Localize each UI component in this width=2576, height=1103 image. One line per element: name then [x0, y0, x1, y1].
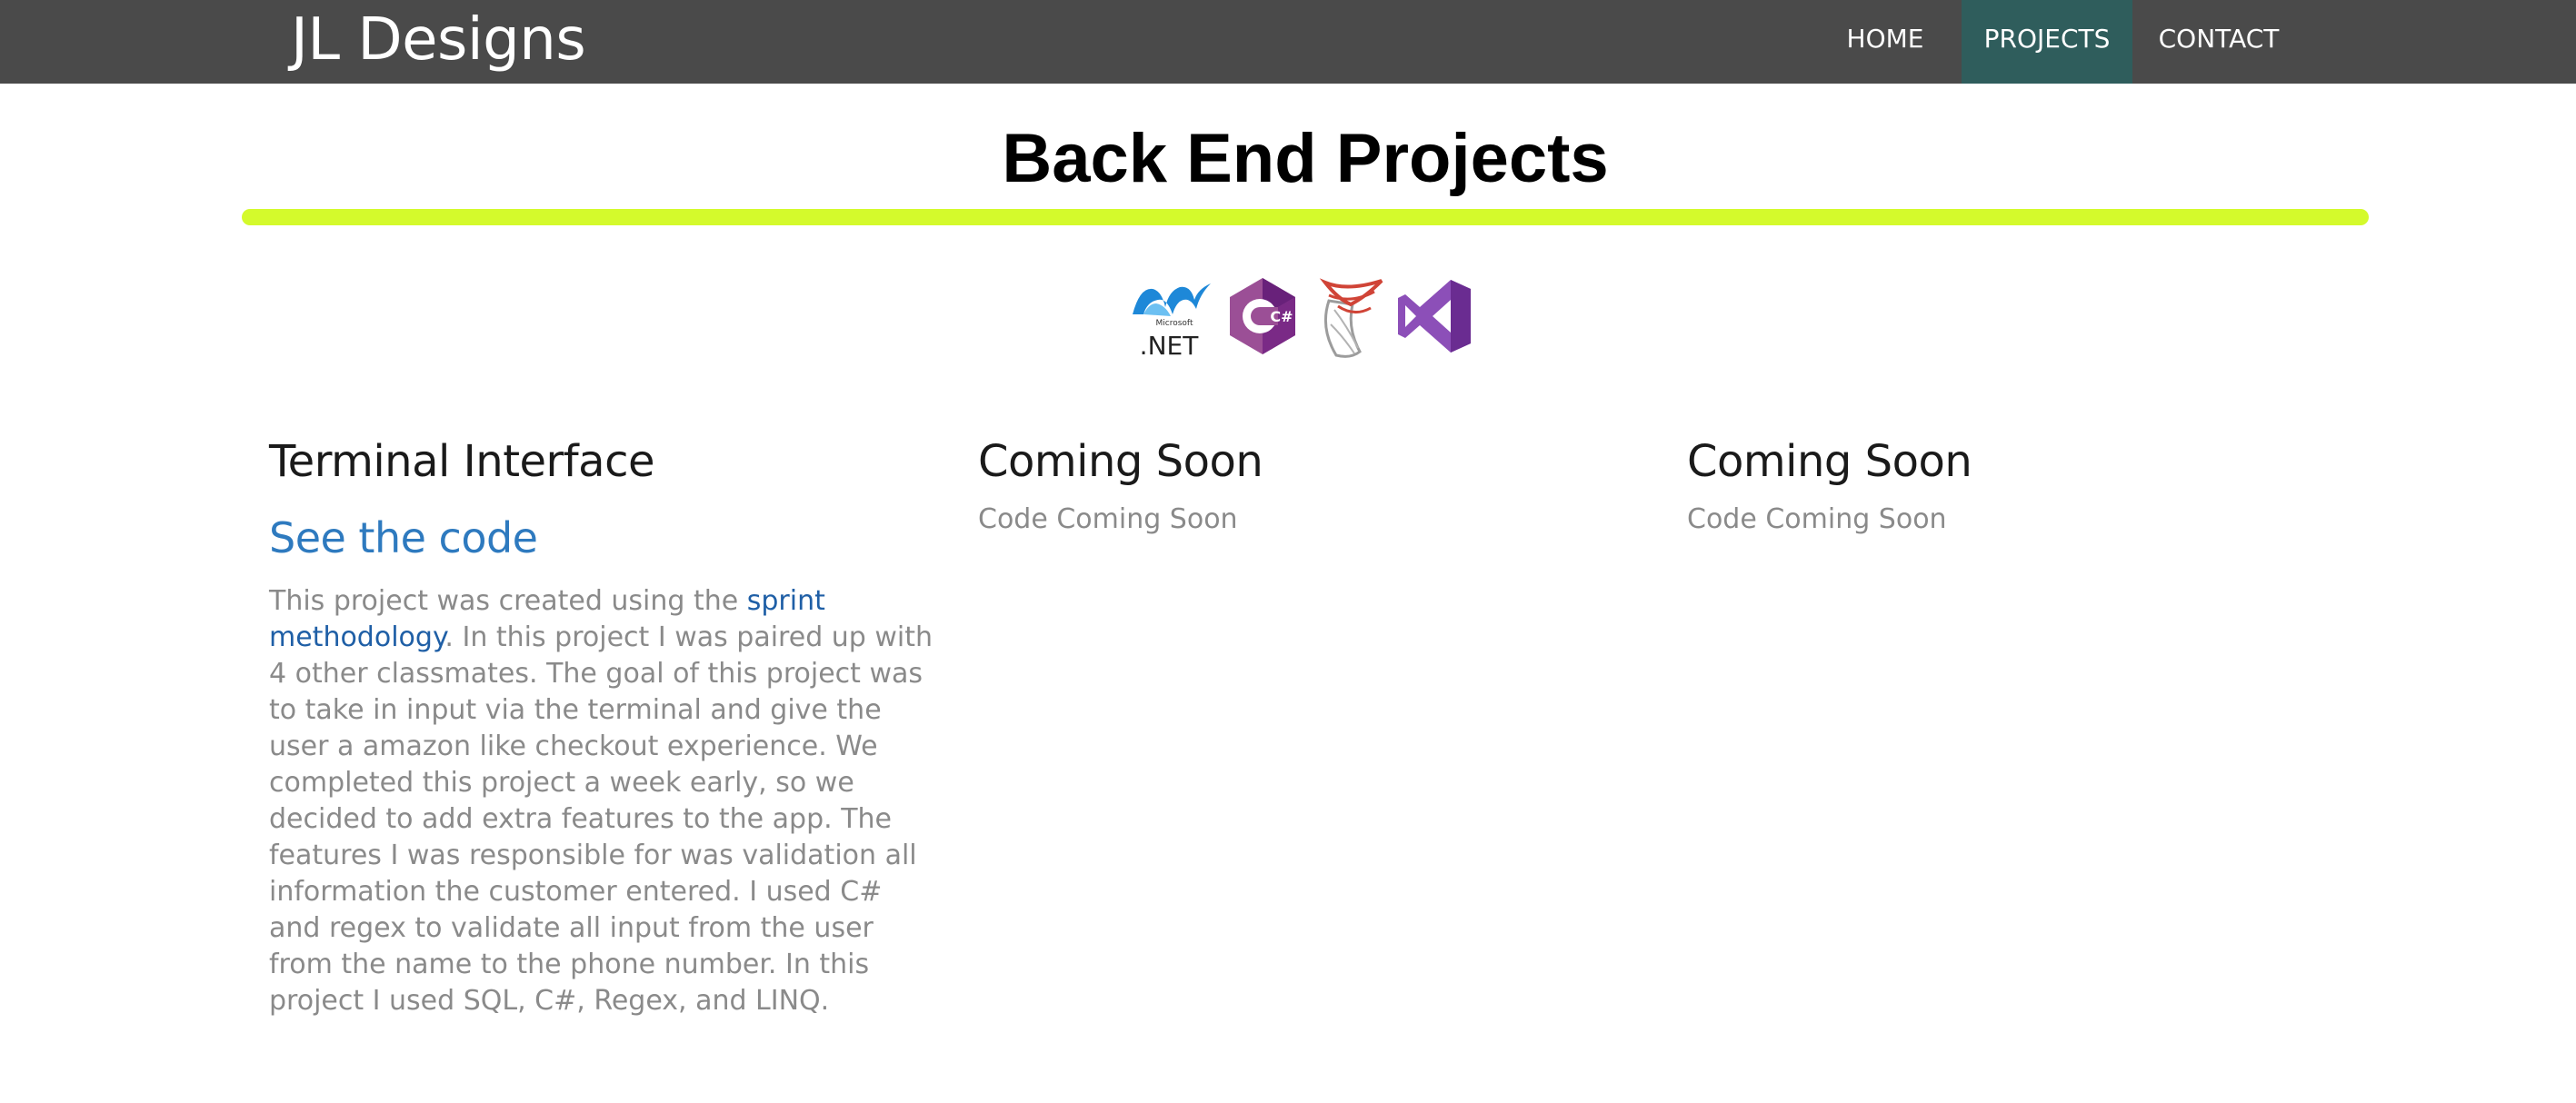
csharp-icon: C# [1230, 278, 1295, 354]
project-description: This project was created using the sprin… [269, 583, 933, 1019]
project-column-coming-soon-1: Coming Soon Code Coming Soon [978, 429, 1642, 538]
nav-contact-link[interactable]: CONTACT [2132, 0, 2305, 84]
top-navbar: JL Designs HOME PROJECTS CONTACT [0, 0, 2576, 84]
title-underline-rule [242, 209, 2369, 225]
page-title: Back End Projects [1002, 120, 1609, 197]
see-the-code-link[interactable]: See the code [269, 511, 933, 565]
dotnet-label: .NET [1140, 331, 1200, 360]
visual-studio-icon [1398, 280, 1471, 353]
nav-projects-link[interactable]: PROJECTS [1962, 0, 2132, 84]
description-text-end: . In this project I was paired up with 4… [269, 621, 934, 1017]
code-coming-soon-text: Code Coming Soon [978, 503, 1238, 535]
code-coming-soon-text: Code Coming Soon [1687, 503, 1947, 535]
sql-server-icon [1319, 278, 1383, 358]
csharp-label: C# [1270, 308, 1293, 325]
description-text-start: This project was created using the [269, 585, 747, 617]
brand-logo-link[interactable]: JL Designs [291, 2, 586, 82]
nav-links: HOME PROJECTS CONTACT [1836, 0, 2576, 84]
nav-home-link[interactable]: HOME [1836, 0, 1934, 84]
project-title: Coming Soon [978, 436, 1263, 487]
project-column-terminal-interface: Terminal Interface See the code This pro… [269, 429, 933, 1019]
project-title: Terminal Interface [269, 436, 655, 487]
project-title: Coming Soon [1687, 436, 1972, 487]
tech-icons-row: Microsoft .NET C# [1127, 273, 1473, 360]
project-column-coming-soon-2: Coming Soon Code Coming Soon [1687, 429, 2351, 538]
dotnet-icon: Microsoft .NET [1133, 283, 1211, 360]
dotnet-sublabel: Microsoft [1156, 319, 1193, 328]
